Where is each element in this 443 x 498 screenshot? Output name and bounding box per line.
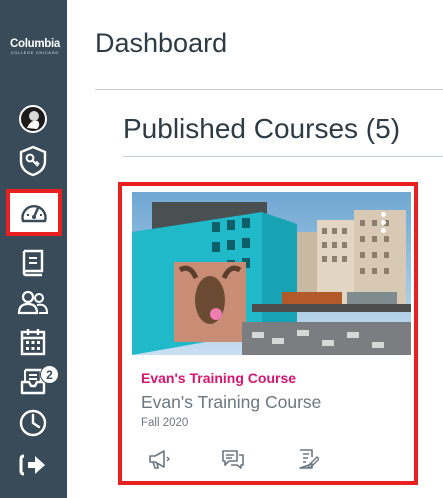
- nav-dashboard[interactable]: [6, 189, 62, 236]
- discussions-icon: [222, 450, 244, 469]
- nav-history[interactable]: [8, 404, 58, 442]
- nav-groups[interactable]: [8, 283, 58, 321]
- page-title: Dashboard: [95, 28, 228, 58]
- discussions-button[interactable]: [218, 446, 248, 472]
- assignments-icon: [299, 449, 319, 469]
- course-card-name: Evan's Training Course: [141, 392, 322, 412]
- inbox-unread-badge: 2: [40, 365, 59, 384]
- nav-logout[interactable]: [8, 446, 58, 484]
- brand-logo[interactable]: Columbia COLLEGE CHICAGO: [3, 38, 67, 56]
- kebab-dot: [381, 228, 386, 233]
- account-avatar-icon: [19, 105, 47, 133]
- mural-building-image: [132, 192, 411, 355]
- course-card-image[interactable]: [132, 192, 411, 355]
- announcements-button[interactable]: [144, 446, 174, 472]
- course-card-term: Fall 2020: [141, 417, 189, 429]
- shield-key-icon: [19, 145, 47, 177]
- nav-courses[interactable]: [8, 244, 58, 282]
- logout-arrow-icon: [19, 454, 45, 476]
- brand-subtitle: COLLEGE CHICAGO: [10, 51, 60, 55]
- section-divider: [123, 156, 443, 157]
- section-title: Published Courses (5): [123, 113, 401, 144]
- brand-name: Columbia: [10, 38, 60, 50]
- nav-inbox[interactable]: 2: [8, 362, 59, 400]
- assignments-button[interactable]: [293, 446, 323, 472]
- kebab-dot: [381, 220, 386, 225]
- course-card-link[interactable]: Evan's Training Course: [141, 370, 296, 386]
- nav-account[interactable]: [8, 100, 58, 138]
- calendar-icon: [20, 329, 46, 356]
- nav-calendar[interactable]: [8, 323, 58, 361]
- clock-icon: [19, 409, 47, 437]
- book-icon: [22, 249, 44, 277]
- announcements-icon: [149, 450, 170, 469]
- course-card[interactable]: Evan's Training Course Evan's Training C…: [118, 182, 418, 485]
- header-divider: [95, 89, 443, 90]
- kebab-dot: [381, 212, 386, 217]
- global-nav: Columbia COLLEGE CHICAGO 2: [0, 0, 67, 498]
- nav-admin[interactable]: [8, 142, 58, 180]
- people-icon: [17, 290, 49, 315]
- card-options-kebab[interactable]: [381, 212, 387, 236]
- speedometer-icon: [21, 204, 47, 222]
